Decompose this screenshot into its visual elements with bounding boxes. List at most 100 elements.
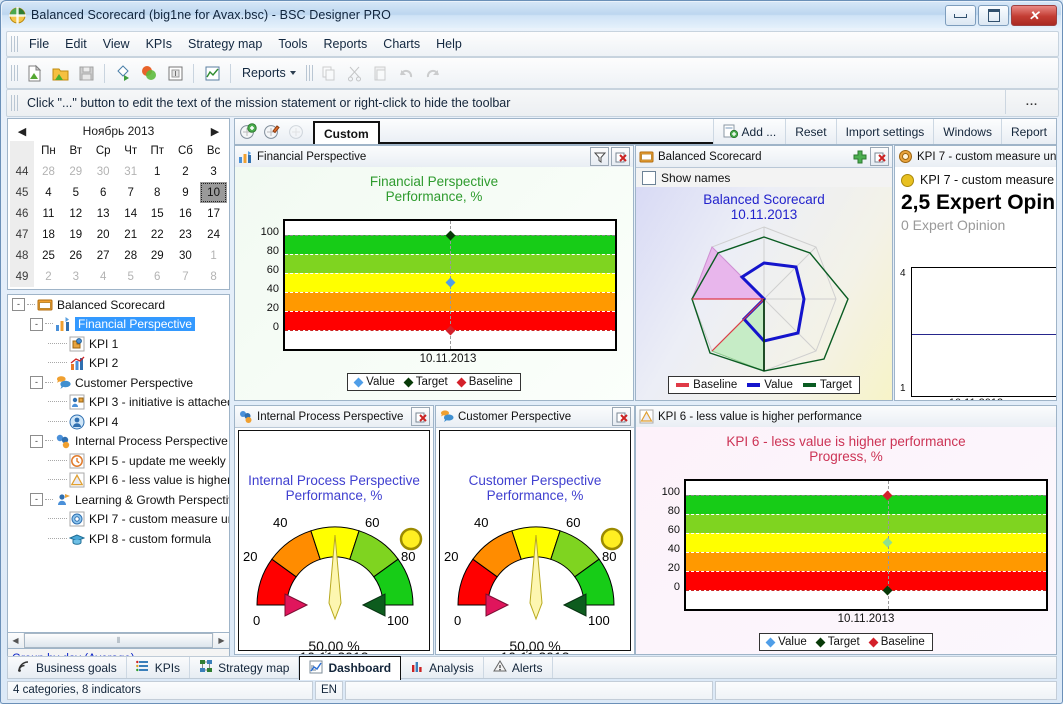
- calendar-day[interactable]: 31: [118, 161, 144, 182]
- calendar-day[interactable]: 26: [63, 245, 89, 266]
- menu-item-view[interactable]: View: [95, 34, 138, 54]
- close-panel-icon[interactable]: [870, 147, 889, 166]
- tab-kpis[interactable]: KPIs: [127, 657, 191, 678]
- calendar-day[interactable]: 2: [171, 161, 200, 182]
- calendar-day[interactable]: 8: [200, 266, 227, 287]
- calendar-day[interactable]: 7: [171, 266, 200, 287]
- menu-item-strategy-map[interactable]: Strategy map: [180, 34, 270, 54]
- calendar-day[interactable]: 11: [34, 203, 63, 224]
- calendar-day[interactable]: 6: [89, 182, 118, 203]
- scorecard-tree[interactable]: - Balanced Scorecard - Financial Perspectiv…: [7, 294, 230, 636]
- open-folder-icon[interactable]: [48, 61, 72, 85]
- tree-item-kpi-1[interactable]: KPI 1: [8, 334, 229, 354]
- tree-item-learning-growth-perspective[interactable]: - Learning & Growth Perspective: [8, 490, 229, 510]
- tree-item-internal-process-perspective[interactable]: - Internal Process Perspective: [8, 432, 229, 452]
- import-settings-button[interactable]: Import settings: [835, 119, 934, 144]
- strategy-map-icon[interactable]: [111, 61, 135, 85]
- minimize-button[interactable]: [945, 5, 976, 26]
- scroll-thumb[interactable]: ⦀: [24, 633, 213, 648]
- calendar-day[interactable]: 12: [63, 203, 89, 224]
- toolbar-grip-2[interactable]: [305, 65, 313, 81]
- calendar-day[interactable]: 1: [200, 245, 227, 266]
- calendar-day[interactable]: 22: [144, 224, 171, 245]
- calendar-day[interactable]: 30: [171, 245, 200, 266]
- tree-item-kpi-6-less-value-is-higher-p[interactable]: KPI 6 - less value is higher p: [8, 471, 229, 491]
- maximize-button[interactable]: [978, 5, 1009, 26]
- calendar-day[interactable]: 1: [144, 161, 171, 182]
- calendar-day[interactable]: 16: [171, 203, 200, 224]
- copy-icon[interactable]: [317, 61, 341, 85]
- tree-horizontal-scrollbar[interactable]: ◀ ⦀ ▶: [7, 632, 230, 649]
- tree-item-kpi-7-custom-measure-uni[interactable]: KPI 7 - custom measure uni: [8, 510, 229, 530]
- calendar-day[interactable]: 21: [118, 224, 144, 245]
- scroll-right-icon[interactable]: ▶: [214, 633, 229, 648]
- menu-item-file[interactable]: File: [21, 34, 57, 54]
- chart-icon[interactable]: [200, 61, 224, 85]
- calendar-day[interactable]: 8: [144, 182, 171, 203]
- close-button[interactable]: ✕: [1011, 5, 1057, 26]
- calendar-day[interactable]: 28: [118, 245, 144, 266]
- calendar-day[interactable]: 3: [63, 266, 89, 287]
- close-panel-icon[interactable]: [612, 407, 631, 426]
- paste-icon[interactable]: [369, 61, 393, 85]
- show-names-row[interactable]: Show names: [636, 168, 892, 189]
- calendar-day[interactable]: 13: [89, 203, 118, 224]
- calendar-day[interactable]: 28: [34, 161, 63, 182]
- calendar-day[interactable]: 7: [118, 182, 144, 203]
- tab-custom[interactable]: Custom: [313, 121, 380, 144]
- tree-item-kpi-4[interactable]: KPI 4: [8, 412, 229, 432]
- calendar-day[interactable]: 29: [63, 161, 89, 182]
- calendar-day-selected[interactable]: 10: [200, 182, 227, 203]
- mission-grip[interactable]: [11, 95, 18, 111]
- calendar-prev-icon[interactable]: ◀: [16, 126, 28, 138]
- close-panel-icon[interactable]: [611, 147, 630, 166]
- tree-item-kpi-8-custom-formula[interactable]: KPI 8 - custom formula: [8, 529, 229, 549]
- undo-icon[interactable]: [395, 61, 419, 85]
- calendar-day[interactable]: 25: [34, 245, 63, 266]
- tree-expander[interactable]: -: [30, 376, 43, 390]
- toolbar-grip[interactable]: [11, 65, 18, 81]
- report-button[interactable]: Report: [1000, 119, 1056, 144]
- menu-item-edit[interactable]: Edit: [57, 34, 95, 54]
- menu-grip[interactable]: [11, 36, 18, 52]
- calendar-day[interactable]: 29: [144, 245, 171, 266]
- menu-item-help[interactable]: Help: [428, 34, 470, 54]
- calendar-day[interactable]: 6: [144, 266, 171, 287]
- redo-icon[interactable]: [421, 61, 445, 85]
- calendar-day[interactable]: 23: [171, 224, 200, 245]
- scroll-left-icon[interactable]: ◀: [8, 633, 23, 648]
- tab-analysis[interactable]: Analysis: [401, 657, 484, 678]
- add-plus-icon[interactable]: [851, 148, 868, 165]
- calendar-day[interactable]: 2: [34, 266, 63, 287]
- menu-item-reports[interactable]: Reports: [316, 34, 376, 54]
- calendar-day[interactable]: 19: [63, 224, 89, 245]
- calendar-day[interactable]: 27: [89, 245, 118, 266]
- tree-expander[interactable]: -: [30, 317, 43, 331]
- tree-expander[interactable]: -: [30, 434, 43, 448]
- calendar-day[interactable]: 18: [34, 224, 63, 245]
- reset-button[interactable]: Reset: [785, 119, 835, 144]
- calendar-day[interactable]: 5: [63, 182, 89, 203]
- menu-item-tools[interactable]: Tools: [270, 34, 315, 54]
- tab-dashboard[interactable]: Dashboard: [299, 655, 402, 680]
- calendar-day[interactable]: 4: [89, 266, 118, 287]
- windows-button[interactable]: Windows: [933, 119, 1001, 144]
- calendar-day[interactable]: 20: [89, 224, 118, 245]
- calendar-day[interactable]: 15: [144, 203, 171, 224]
- edit-dashboard-icon[interactable]: [261, 121, 283, 143]
- tree-item-financial-perspective[interactable]: - Financial Perspective: [8, 315, 229, 335]
- tab-strategy-map[interactable]: Strategy map: [190, 657, 300, 678]
- calendar-day[interactable]: 4: [34, 182, 63, 203]
- calendar-day[interactable]: 3: [200, 161, 227, 182]
- tree-item-customer-perspective[interactable]: - Customer Perspective: [8, 373, 229, 393]
- tree-expander[interactable]: -: [30, 493, 43, 507]
- close-panel-icon[interactable]: [411, 407, 430, 426]
- add-dashboard-icon[interactable]: [237, 121, 259, 143]
- calendar-day[interactable]: 9: [171, 182, 200, 203]
- menu-item-kpis[interactable]: KPIs: [138, 34, 180, 54]
- initiative-icon[interactable]: I: [163, 61, 187, 85]
- calendar-day[interactable]: 24: [200, 224, 227, 245]
- calendar-widget[interactable]: ◀ Ноябрь 2013 ▶ Пн Вт Ср Чт Пт Сб Вс 44 2…: [7, 118, 230, 290]
- tab-business-goals[interactable]: Business goals: [8, 657, 127, 678]
- save-icon[interactable]: [74, 61, 98, 85]
